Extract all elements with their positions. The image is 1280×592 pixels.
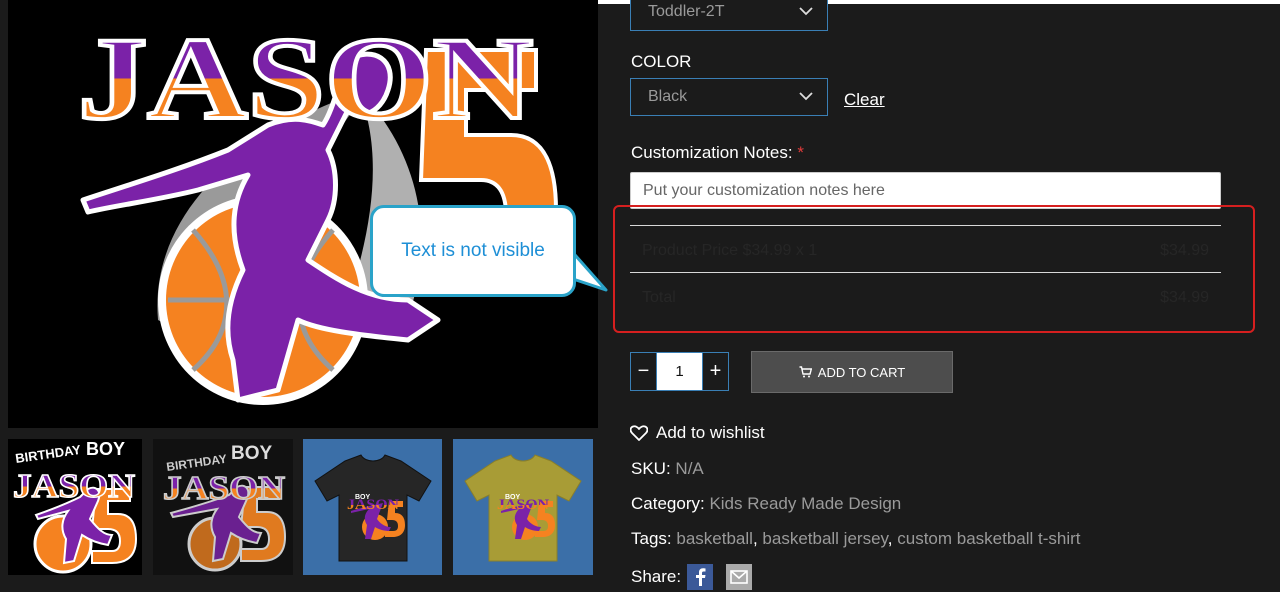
quantity-increase-button[interactable]: +: [702, 353, 728, 390]
thumbnail-line1: BIRTHDAY: [14, 442, 82, 466]
cart-icon: [799, 366, 812, 378]
thumbnail-name: JASON: [13, 468, 135, 505]
thumbnail-tshirt-black[interactable]: BOY JASON: [303, 439, 442, 575]
tag-link[interactable]: basketball jersey: [762, 529, 887, 548]
size-select[interactable]: Toddler-2T: [630, 0, 828, 31]
wishlist-label: Add to wishlist: [656, 423, 765, 442]
thumbnail-design-dark[interactable]: BIRTHDAY BOY JASON: [153, 439, 293, 575]
callout-text: Text is not visible: [401, 240, 545, 261]
tags-label: Tags:: [631, 529, 672, 548]
customization-notes-label: Customization Notes: *: [631, 143, 804, 163]
clear-link[interactable]: Clear: [844, 90, 885, 110]
color-label: COLOR: [631, 52, 692, 71]
chevron-down-icon: [799, 92, 813, 101]
thumbnail-design-black[interactable]: BIRTHDAY BOY JASON: [8, 439, 142, 575]
size-selected-value: Toddler-2T: [648, 3, 725, 20]
thumbnail-line2: BOY: [231, 443, 273, 464]
category-label: Category:: [631, 494, 705, 513]
annotation-callout: Text is not visible: [370, 205, 576, 297]
tag-link[interactable]: basketball: [676, 529, 753, 548]
sku-label: SKU:: [631, 459, 671, 478]
artwork-name: JASON: [78, 13, 533, 144]
add-to-wishlist-link[interactable]: Add to wishlist: [630, 423, 765, 443]
facebook-icon[interactable]: [687, 564, 714, 590]
quantity-decrease-button[interactable]: −: [631, 353, 657, 390]
thumbnail-line2: BOY: [86, 439, 125, 459]
highlight-box: [613, 205, 1255, 333]
thumbnail-tshirt-olive[interactable]: BOY JASON: [453, 439, 593, 575]
quantity-input[interactable]: 1: [657, 353, 702, 390]
thumbnail-name: JASON: [497, 497, 549, 513]
share-label: Share:: [631, 567, 682, 586]
add-to-cart-label: ADD TO CART: [817, 364, 906, 380]
sku-value: N/A: [675, 459, 704, 478]
heart-icon: [630, 425, 648, 441]
category-line: Category: Kids Ready Made Design: [631, 494, 901, 514]
tags-line: Tags: basketball, basketball jersey, cus…: [631, 529, 1081, 548]
add-to-cart-button[interactable]: ADD TO CART: [751, 351, 953, 393]
sku-line: SKU: N/A: [631, 459, 704, 479]
share-line: Share:: [631, 564, 753, 590]
required-asterisk: *: [797, 143, 804, 162]
color-select[interactable]: Black: [630, 78, 828, 116]
color-selected-value: Black: [648, 88, 688, 105]
tag-link[interactable]: custom basketball t-shirt: [897, 529, 1080, 548]
category-link[interactable]: Kids Ready Made Design: [709, 494, 901, 513]
chevron-down-icon: [799, 7, 813, 16]
customization-notes-input[interactable]: [630, 172, 1221, 209]
quantity-stepper: − 1 +: [630, 352, 729, 391]
email-icon[interactable]: [726, 564, 753, 590]
thumbnail-name: JASON: [163, 470, 285, 507]
thumbnail-name: JASON: [347, 497, 399, 513]
notes-label-text: Customization Notes:: [631, 143, 793, 162]
